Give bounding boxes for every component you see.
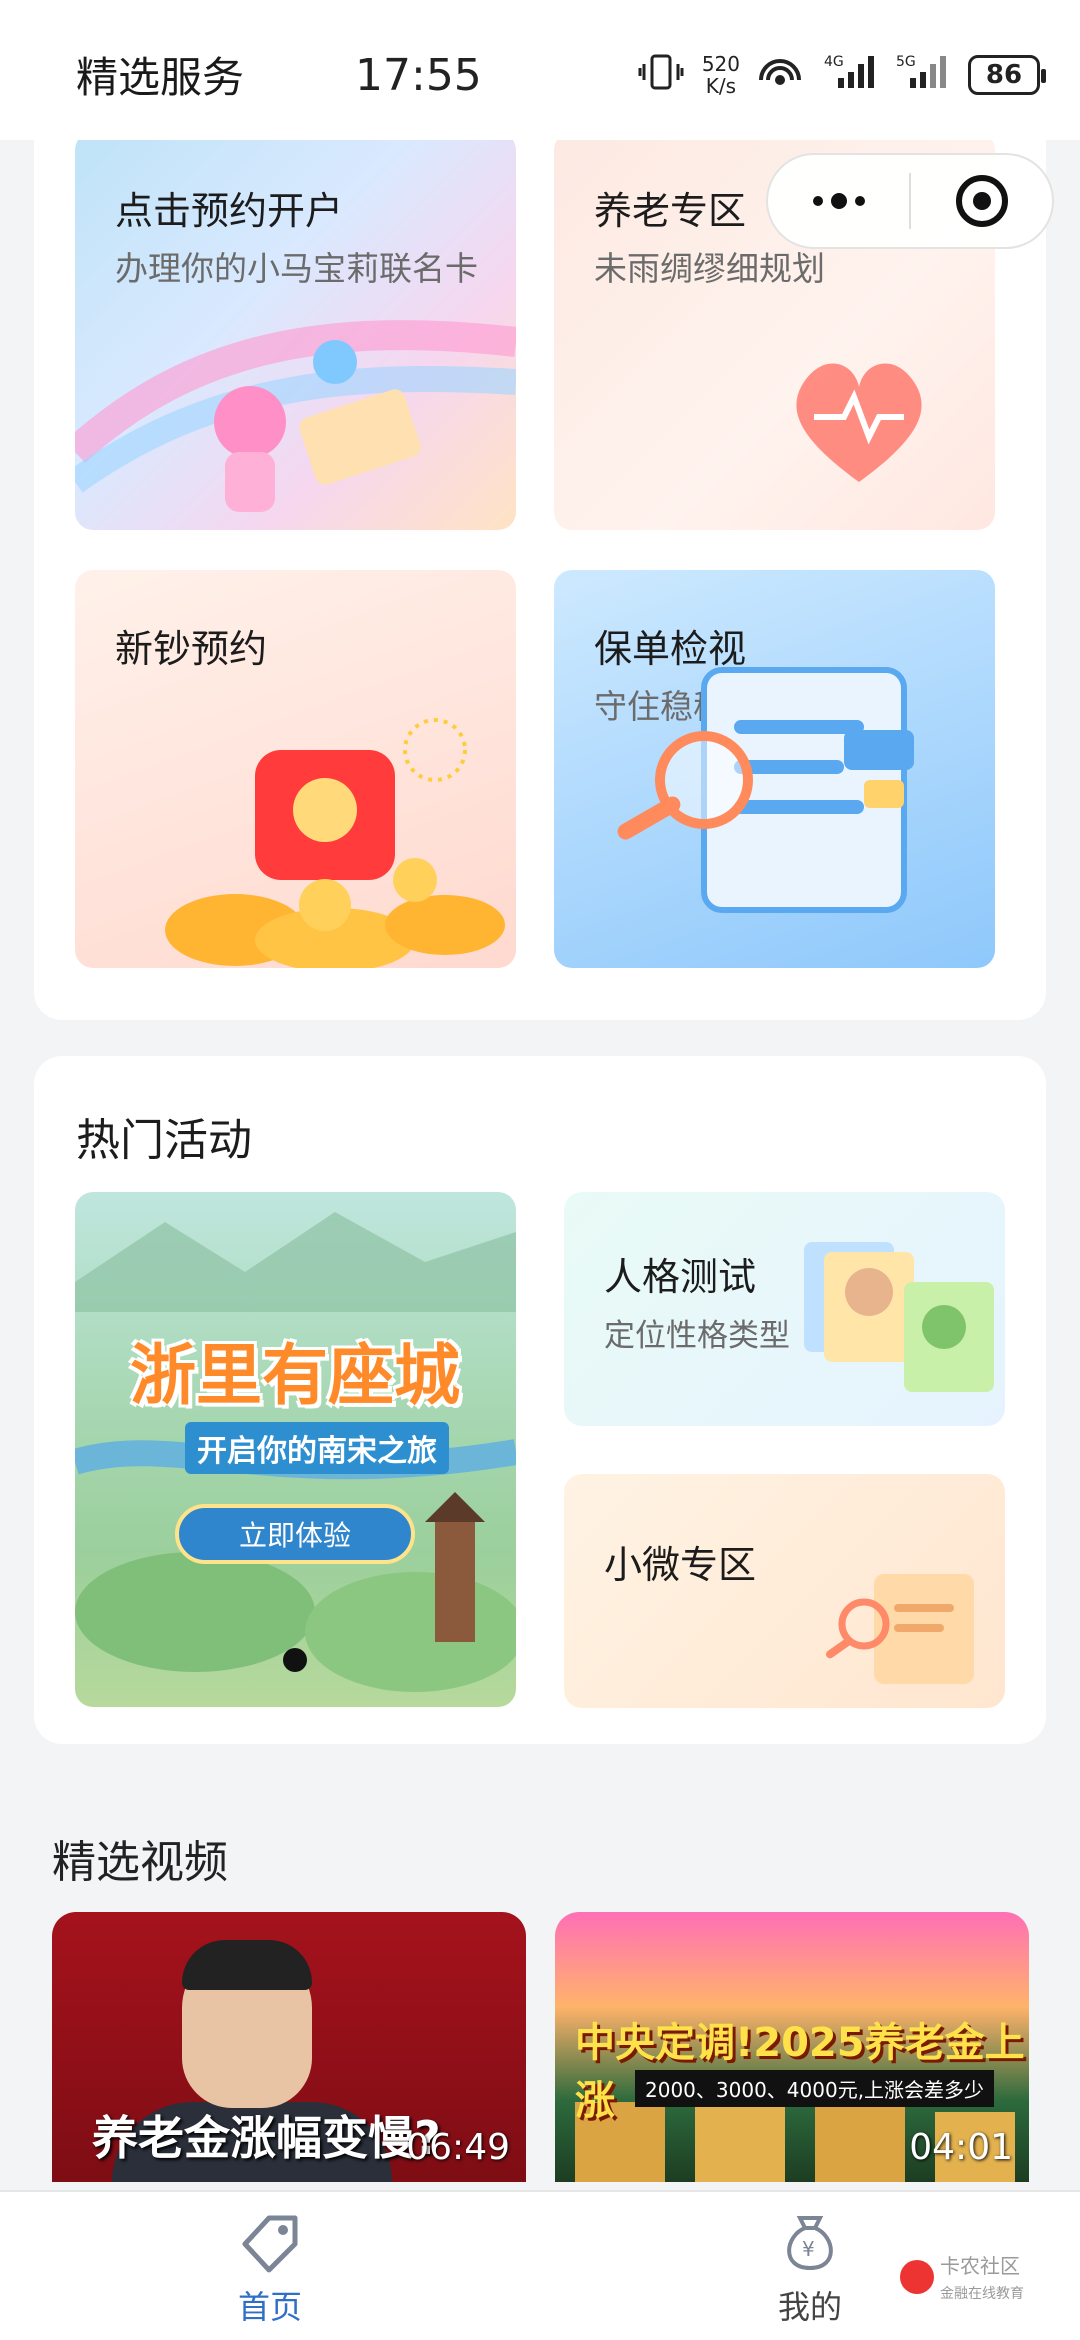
- video-duration: 04:01: [909, 2127, 1013, 2168]
- city-banner[interactable]: 浙里有座城 开启你的南宋之旅 立即体验: [75, 1192, 516, 1707]
- video-card[interactable]: 养老金涨幅变慢? 06:49: [52, 1912, 526, 2182]
- video-duration: 06:49: [406, 2127, 510, 2168]
- tile-title: 小微专区: [604, 1543, 757, 1587]
- tab-label: 我的: [777, 2288, 842, 2326]
- new-banknote-tile[interactable]: 新钞预约: [75, 570, 516, 968]
- more-button[interactable]: [768, 155, 909, 247]
- price-tag-icon: [242, 2215, 298, 2273]
- net-speed-unit: K/s: [705, 74, 737, 98]
- presenter-hair: [182, 1940, 312, 1990]
- tile-title: 养老专区: [594, 189, 747, 233]
- svg-text:¥: ¥: [802, 2237, 815, 2261]
- video-subheadline: 2000、3000、4000元,上涨会差多少: [635, 2070, 995, 2107]
- watermark: 卡农社区 金融在线教育: [900, 2250, 1024, 2303]
- watermark-title: 卡农社区: [940, 2254, 1020, 2278]
- heart-pulse-icon: [796, 363, 922, 482]
- carousel-indicator: [283, 1648, 307, 1672]
- more-dots-icon: [812, 193, 865, 209]
- money-bag-icon: ¥: [787, 2216, 833, 2271]
- banner-subtitle: 开启你的南宋之旅: [185, 1422, 449, 1474]
- vibrate-icon: [638, 52, 684, 98]
- tab-mine[interactable]: ¥ 我的: [730, 2210, 890, 2328]
- video-caption: 养老金涨幅变慢?: [92, 2111, 441, 2165]
- red-envelope-coins-illustration: [165, 718, 505, 968]
- close-mini-program-button[interactable]: [911, 155, 1052, 247]
- try-now-button[interactable]: 立即体验: [175, 1504, 415, 1564]
- tile-title: 人格测试: [604, 1255, 757, 1299]
- video-headline: 中央定调!2025养老金上涨: [575, 2020, 1025, 2124]
- personality-test-tile[interactable]: 人格测试 定位性格类型: [564, 1192, 1005, 1426]
- document-magnifier-illustration: [617, 667, 914, 913]
- video-card[interactable]: 中央定调!2025养老金上涨 2000、3000、4000元,上涨会差多少 04…: [555, 1912, 1029, 2182]
- svg-text:4G: 4G: [824, 54, 844, 70]
- status-time: 17:55: [355, 50, 482, 101]
- tile-title: 新钞预约: [115, 627, 268, 671]
- mini-program-capsule: [766, 153, 1054, 249]
- tile-subtitle: 定位性格类型: [604, 1318, 790, 1354]
- tile-title: 点击预约开户: [115, 189, 344, 233]
- watermark-subtitle: 金融在线教育: [940, 2286, 1024, 2302]
- pony-card-illustration: [75, 320, 516, 512]
- banner-title: 浙里有座城: [130, 1337, 460, 1414]
- videos-section-title: 精选视频: [52, 1837, 228, 1888]
- policy-review-tile[interactable]: 保单检视 守住稳稳的幸福: [554, 570, 995, 968]
- watermark-text: 卡农社区 金融在线教育: [940, 2250, 1024, 2303]
- hot-activities-title: 热门活动: [76, 1115, 252, 1166]
- services-section-title: 精选服务: [76, 53, 245, 102]
- net-speed: 520 K/s: [702, 53, 740, 97]
- hotspot-icon: [758, 52, 806, 98]
- battery-icon: 86: [968, 55, 1046, 95]
- status-bar: 精选服务 17:55 520 K/s 4G 5G 86: [0, 0, 1080, 140]
- tile-subtitle: 办理你的小马宝莉联名卡: [115, 249, 478, 288]
- small-business-tile[interactable]: 小微专区: [564, 1474, 1005, 1708]
- tab-label: 首页: [237, 2288, 302, 2326]
- status-icons: 520 K/s 4G 5G 86: [638, 52, 1046, 98]
- watermark-logo: [900, 2259, 934, 2294]
- signal-5g-icon: 5G: [896, 52, 950, 98]
- target-circle-icon: [955, 175, 1008, 227]
- open-account-tile[interactable]: 点击预约开户 办理你的小马宝莉联名卡: [75, 132, 516, 530]
- clipboard-magnifier-illustration: [825, 1574, 974, 1684]
- net-speed-value: 520: [701, 52, 740, 76]
- tab-home[interactable]: 首页: [190, 2210, 350, 2328]
- tile-subtitle: 未雨绸缪细规划: [594, 249, 825, 288]
- personality-cards-illustration: [804, 1242, 994, 1392]
- svg-text:5G: 5G: [896, 54, 916, 70]
- signal-4g-icon: 4G: [824, 52, 878, 98]
